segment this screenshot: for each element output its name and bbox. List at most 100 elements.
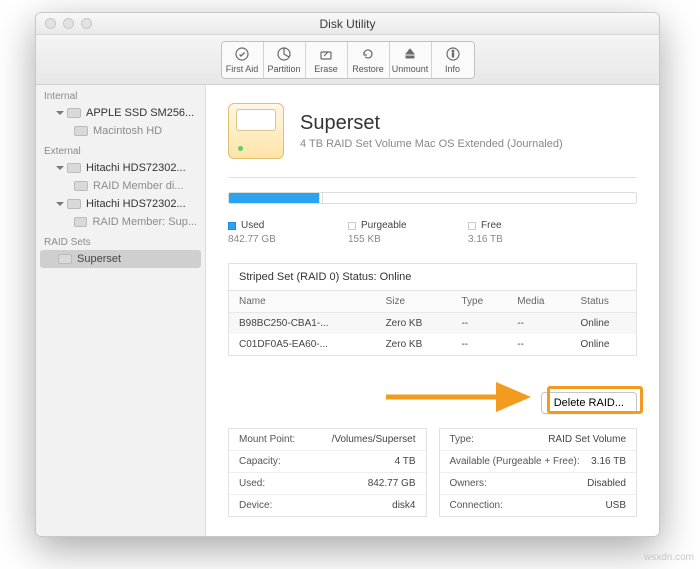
raid-panel-header: Striped Set (RAID 0) Status: Online <box>229 264 636 291</box>
info-table-right: Type:RAID Set Volume Available (Purgeabl… <box>439 428 638 517</box>
col-media[interactable]: Media <box>507 291 570 313</box>
info-row: Available (Purgeable + Free):3.16 TB <box>440 451 637 473</box>
swatch-icon <box>468 222 476 230</box>
sidebar-item-label: RAID Member: Sup... <box>92 216 197 228</box>
info-row: Connection:USB <box>440 495 637 516</box>
table-row[interactable]: B98BC250-CBA1-... Zero KB -- -- Online <box>229 313 636 335</box>
cell-status: Online <box>571 313 637 335</box>
usage-bar-container <box>206 192 659 210</box>
info-row: Owners:Disabled <box>440 473 637 495</box>
col-status[interactable]: Status <box>571 291 637 313</box>
disk-icon <box>67 108 81 118</box>
swatch-icon <box>348 222 356 230</box>
sidebar-item-label: RAID Member di... <box>93 180 183 192</box>
sidebar-section-external: External <box>36 140 205 159</box>
usage-bar-used <box>229 193 319 203</box>
sidebar-section-internal: Internal <box>36 85 205 104</box>
main-panel: Superset 4 TB RAID Set Volume Mac OS Ext… <box>206 85 659 536</box>
info-row: Used:842.77 GB <box>229 473 426 495</box>
divider <box>228 177 637 178</box>
cell-type: -- <box>451 313 507 335</box>
legend-used: Used 842.77 GB <box>228 220 308 245</box>
cell-size: Zero KB <box>376 334 452 355</box>
volume-icon <box>74 217 87 227</box>
sidebar-item-label: Superset <box>77 253 121 265</box>
toolbar-segment: First Aid Partition Erase Restore Unmoun… <box>221 41 475 79</box>
raid-members-panel: Striped Set (RAID 0) Status: Online Name… <box>228 263 637 356</box>
window-title: Disk Utility <box>36 17 659 31</box>
restore-button[interactable]: Restore <box>348 42 390 78</box>
cell-media: -- <box>507 313 570 335</box>
disclosure-triangle-icon[interactable] <box>56 166 64 170</box>
erase-button[interactable]: Erase <box>306 42 348 78</box>
col-size[interactable]: Size <box>376 291 452 313</box>
volume-header: Superset 4 TB RAID Set Volume Mac OS Ext… <box>206 85 659 171</box>
unmount-button[interactable]: Unmount <box>390 42 432 78</box>
sidebar-item-raid-member-1[interactable]: RAID Member di... <box>36 177 205 195</box>
sidebar-item-external-disk-1[interactable]: Hitachi HDS72302... <box>36 159 205 177</box>
sidebar-item-label: Macintosh HD <box>93 125 162 137</box>
sidebar-item-superset[interactable]: Superset <box>40 250 201 268</box>
info-row: Type:RAID Set Volume <box>440 429 637 451</box>
disk-icon <box>67 199 81 209</box>
raid-members-table: Name Size Type Media Status B98BC250-CBA… <box>229 291 636 355</box>
info-row: Mount Point:/Volumes/Superset <box>229 429 426 451</box>
disk-icon <box>67 163 81 173</box>
toolbar-label: Erase <box>314 64 338 74</box>
legend-label: Purgeable <box>361 220 407 231</box>
col-type[interactable]: Type <box>451 291 507 313</box>
toolbar-label: Restore <box>352 64 384 74</box>
legend-purgeable: Purgeable 155 KB <box>348 220 428 245</box>
usage-bar <box>228 192 637 204</box>
drive-icon <box>228 103 284 159</box>
titlebar: Disk Utility <box>36 13 659 35</box>
sidebar-item-label: Hitachi HDS72302... <box>86 162 186 174</box>
table-row[interactable]: C01DF0A5-EA60-... Zero KB -- -- Online <box>229 334 636 355</box>
legend-value: 3.16 TB <box>468 234 548 245</box>
col-name[interactable]: Name <box>229 291 376 313</box>
cell-status: Online <box>571 334 637 355</box>
sidebar-item-label: APPLE SSD SM256... <box>86 107 194 119</box>
sidebar-section-raid: RAID Sets <box>36 231 205 250</box>
disclosure-triangle-icon[interactable] <box>56 202 64 206</box>
watermark: wsxdn.com <box>644 552 694 563</box>
sidebar-item-external-disk-2[interactable]: Hitachi HDS72302... <box>36 195 205 213</box>
info-button[interactable]: Info <box>432 42 474 78</box>
sidebar: Internal APPLE SSD SM256... Macintosh HD… <box>36 85 206 536</box>
cell-type: -- <box>451 334 507 355</box>
legend-value: 842.77 GB <box>228 234 308 245</box>
info-row: Capacity:4 TB <box>229 451 426 473</box>
toolbar-label: First Aid <box>226 64 259 74</box>
sidebar-item-raid-member-2[interactable]: RAID Member: Sup... <box>36 213 205 231</box>
volume-subtitle: 4 TB RAID Set Volume Mac OS Extended (Jo… <box>300 138 563 150</box>
toolbar-label: Unmount <box>392 64 429 74</box>
usage-bar-free <box>323 193 636 203</box>
toolbar-label: Partition <box>267 64 300 74</box>
disk-utility-window: Disk Utility First Aid Partition Erase R… <box>35 12 660 537</box>
swatch-icon <box>228 222 236 230</box>
sidebar-item-label: Hitachi HDS72302... <box>86 198 186 210</box>
annotation-arrow-icon <box>386 380 536 414</box>
legend-label: Used <box>241 220 264 231</box>
table-header-row: Name Size Type Media Status <box>229 291 636 313</box>
first-aid-button[interactable]: First Aid <box>222 42 264 78</box>
toolbar-label: Info <box>445 64 460 74</box>
cell-name: B98BC250-CBA1-... <box>229 313 376 335</box>
usage-legend: Used 842.77 GB Purgeable 155 KB Free 3.1… <box>206 210 659 263</box>
raid-icon <box>58 254 72 264</box>
cell-size: Zero KB <box>376 313 452 335</box>
legend-label: Free <box>481 220 502 231</box>
partition-button[interactable]: Partition <box>264 42 306 78</box>
info-grid: Mount Point:/Volumes/Superset Capacity:4… <box>206 428 659 533</box>
sidebar-item-internal-disk[interactable]: APPLE SSD SM256... <box>36 104 205 122</box>
volume-name: Superset <box>300 112 563 135</box>
toolbar: First Aid Partition Erase Restore Unmoun… <box>36 35 659 85</box>
sidebar-item-macintosh-hd[interactable]: Macintosh HD <box>36 122 205 140</box>
cell-media: -- <box>507 334 570 355</box>
info-table-left: Mount Point:/Volumes/Superset Capacity:4… <box>228 428 427 517</box>
legend-free: Free 3.16 TB <box>468 220 548 245</box>
button-row: Delete RAID... <box>206 368 659 428</box>
volume-icon <box>74 126 88 136</box>
annotation-highlight <box>547 386 643 414</box>
disclosure-triangle-icon[interactable] <box>56 111 64 115</box>
